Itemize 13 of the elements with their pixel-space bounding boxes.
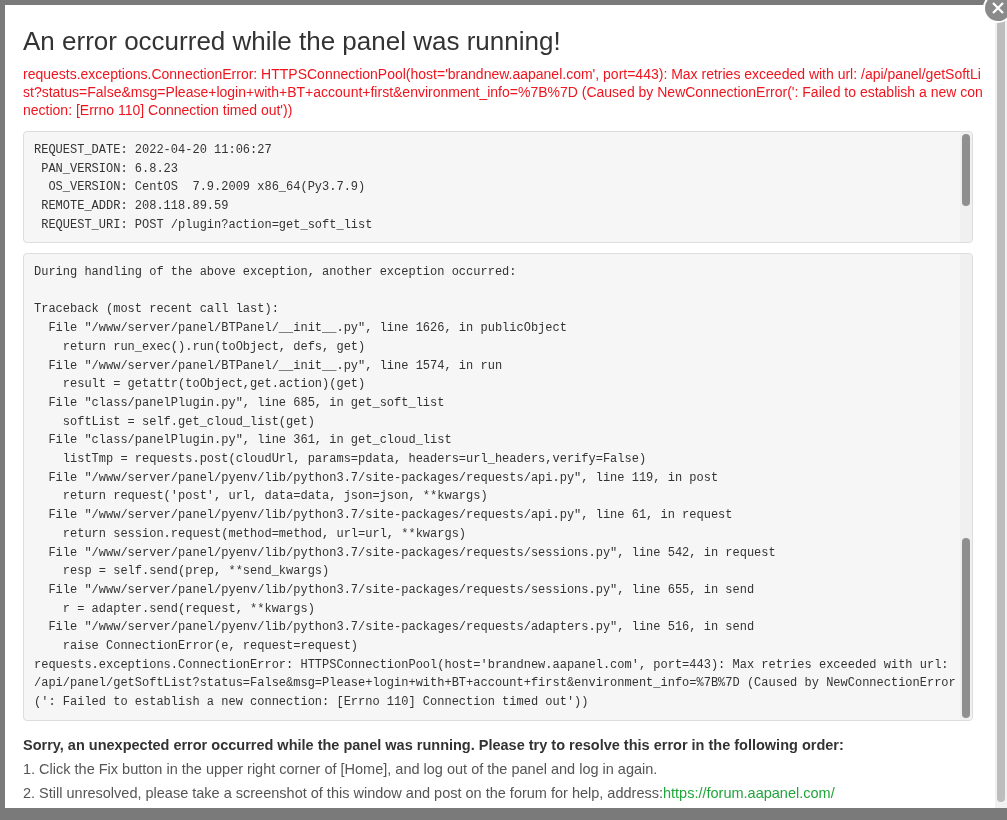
forum-link[interactable]: https://forum.aapanel.com/ bbox=[663, 785, 835, 801]
error-message: requests.exceptions.ConnectionError: HTTPSConnectionPool(host='brandnew.aapanel.com', port=443): Max retries exceeded with url: /api/panel/getSoftList?status=False&msg=Please+login+with+BT+account+first&environment_info=%7B%7D (Caused by NewConnectionError(': Failed to establish a new connection: [Errno 110] Connection timed out')) bbox=[23, 65, 983, 119]
code-text: REQUEST_DATE: 2022-04-20 11:06:27 PAN_VERSION: 6.8.23 OS_VERSION: CentOS 7.9.2009 x86_64(Py3.7.9) REMOTE_ADDR: 208.118.89.59 REQUEST_URI: POST /plugin?action=get_soft_list bbox=[33, 142, 374, 234]
help-text: 1. Click the Fix button in the upper right corner of [Home], and log out of the panel and log in again. bbox=[23, 760, 659, 779]
scrollbar[interactable] bbox=[960, 254, 972, 720]
dialog-title: An error occurred while the panel was running! bbox=[23, 25, 562, 57]
scrollbar[interactable] bbox=[960, 132, 972, 242]
help-heading: Sorry, an unexpected error occurred while the panel was running. Please try to resolve this error in the following order: bbox=[23, 736, 845, 755]
code-text: During handling of the above exception, another exception occurred: Traceback (most recent call last): File "/www/server/panel/BTPanel/__init__.py", line 1626, in publicObject return run_exec().run(toObject, defs, get) File "/www/server/panel/BTPanel/__init__.py", line 1574, in run result = getattr(toObject,get.action)(get) File "class/panelPlugin.py", line 685, in get_soft_list softList = self.get_cloud_list(get) File "class/panelPlugin.py", line 361, in get_cloud_list listTmp = requests.post(cloudUrl, params=pdata, headers=url_headers,verify=False) File "/www/server/panel/pyenv/lib/python3.7/site-packages/requests/api.py", line 119, in post return request('post', url, data=data, json=json, **kwargs) File "/www/server/panel/pyenv/lib/python3.7/site-packages/requests/api.py", line 61, in request return session.request(method=method, url=url, **kwargs) File "/www/server/panel/pyenv/lib/python3.7/site-packages/requests/sessions.py", line 542, in request resp = self.send(prep, **send_kwargs) File "/www/server/panel/pyenv/lib/python3.7/site-packages/requests/sessions.py", line 655, in send r = adapter.send(request, **kwargs) File "/www/server/panel/pyenv/lib/python3.7/site-packages/requests/adapters.py", line 516, in send raise ConnectionError(e, request=request) requests.exceptions.ConnectionError: HTTPSConnectionPool(host='brandnew.aapanel.com', port=443): Max retries exceeded with url: /api/panel/getSoftList?status=False&msg=Please+login+with+BT+account+first&environment_info=%7B%7D (Caused by NewConnectionError (': Failed to establish a new connection: [Errno 110] Connection timed out')) bbox=[33, 264, 957, 712]
scrollbar-thumb[interactable] bbox=[962, 538, 970, 718]
close-icon bbox=[992, 2, 1004, 14]
scrollbar-thumb[interactable] bbox=[962, 134, 970, 206]
help-text: 2. Still unresolved, please take a screenshot of this window and post on the forum for help, address: bbox=[23, 785, 663, 801]
